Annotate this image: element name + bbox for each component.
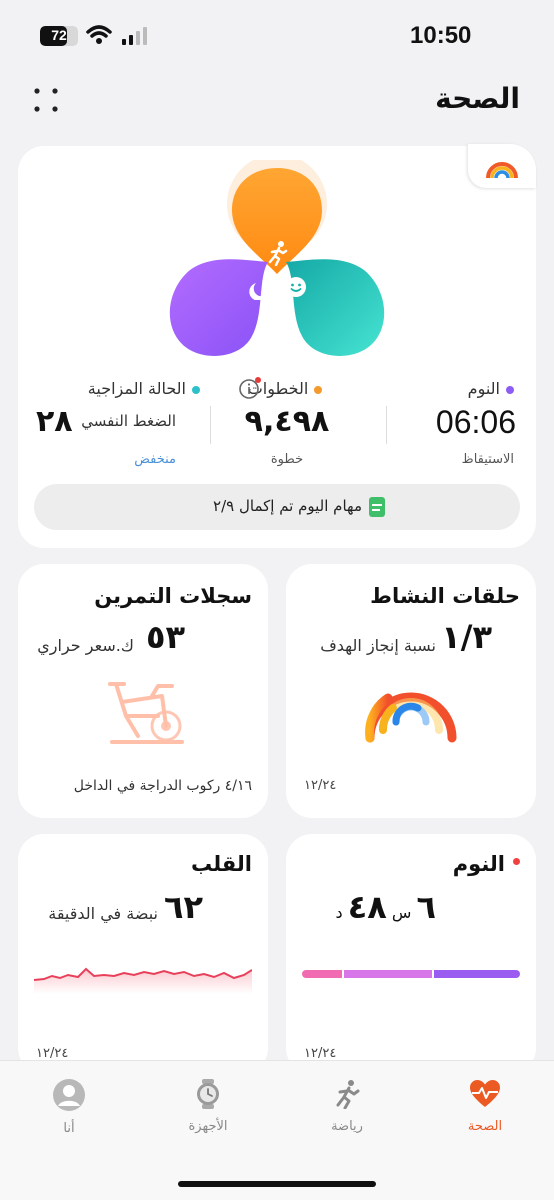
wifi-icon — [86, 25, 112, 44]
watch-icon — [197, 1079, 219, 1109]
tab-me-label: أنا — [63, 1121, 75, 1136]
cellular-signal-icon — [122, 27, 147, 45]
workout-records-card[interactable]: سجلات التمرين ٥٣ ك.سعر حراري ٤/١٦ ركوب ا… — [18, 564, 268, 818]
bottom-tab-bar: الصحة رياضة الأجهزة أنا — [0, 1060, 554, 1200]
sleep-metric-label: النوم — [374, 379, 514, 398]
calories-value: ٥٣ — [146, 618, 186, 656]
sleep-alert-dot — [513, 858, 520, 865]
daily-tasks-bar[interactable]: مهام اليوم تم إكمال ٢/٩ — [34, 484, 520, 530]
sleep-date: ١٢/٢٤ — [304, 1046, 337, 1061]
sleep-minutes: ٤٨ — [347, 888, 387, 926]
sleep-stage-segment — [344, 970, 432, 978]
sleep-stage-bar — [302, 970, 520, 978]
tab-me[interactable]: أنا — [24, 1079, 114, 1136]
tab-devices-label: الأجهزة — [188, 1119, 228, 1134]
mood-metric-label: الحالة المزاجية — [40, 379, 200, 398]
battery-percent: 72 — [51, 27, 67, 43]
tab-sports[interactable]: رياضة — [302, 1079, 392, 1134]
grid-dots-icon[interactable] — [32, 86, 60, 114]
running-icon — [336, 1080, 360, 1110]
status-time: 10:50 — [410, 22, 472, 49]
stress-level: منخفض — [134, 452, 176, 467]
steps-value: ٩,٤٩٨ — [244, 404, 330, 439]
workout-footer: ٤/١٦ ركوب الدراجة في الداخل — [73, 778, 252, 794]
heart-date: ١٢/٢٤ — [36, 1046, 69, 1061]
activity-value: ١/٣ — [441, 618, 492, 656]
heart-card[interactable]: القلب ٦٢ نبضة في الدقيقة ١٢/٢٤ — [18, 834, 268, 1074]
tab-health[interactable]: الصحة — [440, 1079, 530, 1134]
heart-rate-value: ٦٢ — [164, 888, 204, 926]
stress-value: ٢٨ — [36, 404, 73, 439]
activity-card-title: حلقات النشاط — [370, 584, 520, 608]
sleep-card-title: النوم — [453, 852, 520, 876]
stationary-bike-icon — [108, 682, 184, 744]
steps-metric-label: الخطوات — [210, 379, 360, 398]
daily-tasks-text: مهام اليوم تم إكمال ٢/٩ — [213, 497, 362, 515]
svg-text:z: z — [266, 277, 269, 283]
sleep-moon-icon: z z — [249, 277, 269, 300]
home-indicator — [178, 1181, 376, 1187]
divider — [386, 406, 387, 444]
sleep-duration: ٦ س ٤٨ د — [335, 888, 436, 926]
steps-dot — [314, 386, 323, 394]
profile-icon — [53, 1079, 85, 1111]
rings-logo-icon — [486, 162, 518, 179]
mood-dot — [192, 386, 200, 394]
heart-rate-label: نبضة في الدقيقة — [48, 904, 158, 923]
sleep-minutes-unit: د — [335, 903, 343, 922]
info-icon[interactable] — [238, 375, 264, 401]
activity-rings-icon — [365, 692, 457, 743]
running-person-icon — [268, 241, 288, 266]
smile-face-icon — [286, 277, 306, 297]
calories-label: ك.سعر حراري — [37, 636, 134, 655]
tab-devices[interactable]: الأجهزة — [163, 1079, 253, 1134]
sleep-dot — [506, 386, 514, 394]
document-icon — [369, 497, 385, 517]
activity-goal-label: نسبة إنجاز الهدف — [320, 636, 436, 655]
sleep-value: 06:06 — [435, 404, 516, 440]
activity-rings-card[interactable]: حلقات النشاط ١/٣ نسبة إنجاز الهدف ١٢/٢٤ — [286, 564, 536, 818]
heart-pulse-icon — [470, 1080, 500, 1107]
tab-sports-label: رياضة — [331, 1119, 363, 1134]
tab-health-label: الصحة — [467, 1119, 503, 1134]
sleep-stage-segment — [434, 970, 520, 978]
steps-sub: خطوة — [270, 452, 304, 467]
workout-card-title: سجلات التمرين — [94, 584, 252, 608]
page-title: الصحة — [435, 82, 520, 115]
heart-rate-sparkline — [34, 967, 252, 994]
sleep-hours-unit: س — [391, 903, 412, 922]
activity-date: ١٢/٢٤ — [304, 778, 337, 793]
heart-card-title: القلب — [190, 852, 252, 876]
sleep-hours: ٦ — [416, 888, 436, 926]
divider — [210, 406, 211, 444]
sleep-sub: الاستيقاظ — [461, 452, 514, 467]
sleep-card[interactable]: النوم ٦ س ٤٨ د ١٢/٢٤ — [286, 834, 536, 1074]
sleep-stage-segment — [302, 970, 342, 978]
rings-logo-button[interactable] — [468, 144, 536, 188]
battery-icon: 72 — [40, 26, 78, 46]
